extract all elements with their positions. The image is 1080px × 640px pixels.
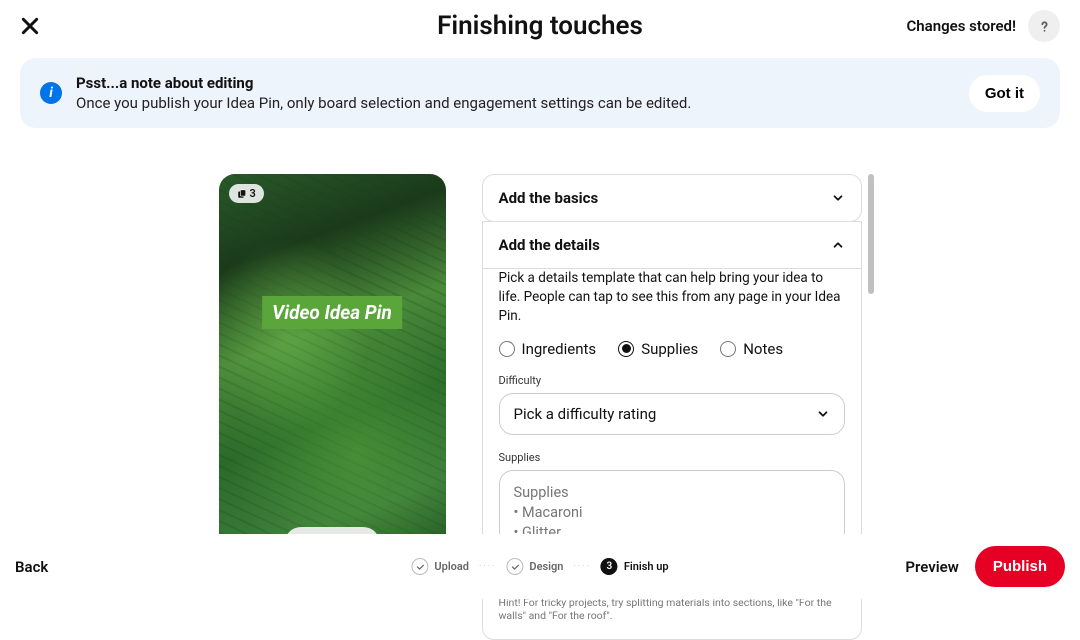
difficulty-value: Pick a difficulty rating: [514, 405, 657, 423]
scrollbar-thumb[interactable]: [868, 174, 874, 294]
step-upload-label: Upload: [434, 560, 469, 573]
radio-circle: [720, 341, 736, 357]
check-icon: [510, 562, 520, 572]
difficulty-label: Difficulty: [499, 374, 845, 387]
difficulty-select[interactable]: Pick a difficulty rating: [499, 393, 845, 435]
step-finish-label: Finish up: [624, 560, 669, 573]
preview-button[interactable]: Preview: [899, 548, 964, 586]
video-idea-pin-label: Video Idea Pin: [262, 296, 402, 329]
radio-supplies-label: Supplies: [641, 340, 698, 358]
radio-notes[interactable]: Notes: [720, 340, 783, 358]
pin-preview-card: 3 Video Idea Pin Edit cover: [219, 174, 446, 575]
info-banner-content: i Psst...a note about editing Once you p…: [40, 74, 691, 112]
supplies-hint: Hint! For tricky projects, try splitting…: [499, 596, 845, 623]
supplies-label: Supplies: [499, 451, 845, 464]
page-title: Finishing touches: [437, 11, 643, 41]
chevron-down-icon: [831, 191, 845, 205]
close-icon[interactable]: [20, 16, 40, 36]
step-design-circle: [506, 558, 523, 575]
info-banner: i Psst...a note about editing Once you p…: [20, 58, 1060, 128]
step-upload-circle: [411, 558, 428, 575]
main-content: 3 Video Idea Pin Edit cover Add the basi…: [0, 128, 1080, 567]
section-details-title: Add the details: [499, 236, 600, 254]
info-icon: i: [40, 82, 62, 104]
step-connector: ····: [573, 562, 590, 572]
got-it-button[interactable]: Got it: [969, 75, 1040, 112]
pages-icon: [237, 189, 247, 199]
changes-stored-label: Changes stored!: [906, 17, 1016, 35]
step-design-label: Design: [529, 560, 563, 573]
footer-right: Preview Publish: [899, 546, 1065, 587]
check-icon: [415, 562, 425, 572]
info-subtitle: Once you publish your Idea Pin, only boa…: [76, 94, 691, 112]
back-button[interactable]: Back: [15, 550, 48, 584]
radio-circle-selected: [618, 341, 634, 357]
radio-notes-label: Notes: [743, 340, 783, 358]
radio-ingredients-label: Ingredients: [522, 340, 597, 358]
step-finish-circle: 3: [601, 558, 618, 575]
details-description: Pick a details template that can help br…: [499, 269, 845, 340]
template-radio-group: Ingredients Supplies Notes: [499, 340, 845, 358]
radio-supplies[interactable]: Supplies: [618, 340, 698, 358]
help-icon[interactable]: [1028, 10, 1060, 42]
chevron-up-icon: [831, 238, 845, 252]
page-count-badge: 3: [229, 184, 264, 203]
progress-stepper: Upload ···· Design ···· 3 Finish up: [411, 558, 668, 575]
header: Finishing touches Changes stored!: [0, 0, 1080, 52]
radio-circle: [499, 341, 515, 357]
step-upload[interactable]: Upload: [411, 558, 469, 575]
footer: Back Upload ···· Design ···· 3 Finish up…: [0, 534, 1080, 599]
section-basics-title: Add the basics: [499, 189, 599, 207]
section-details-header[interactable]: Add the details: [482, 221, 862, 269]
page-count-value: 3: [250, 187, 256, 200]
step-finish[interactable]: 3 Finish up: [601, 558, 669, 575]
preview-image: [219, 174, 446, 575]
info-title: Psst...a note about editing: [76, 74, 691, 92]
header-left: [20, 16, 40, 36]
radio-ingredients[interactable]: Ingredients: [499, 340, 597, 358]
publish-button[interactable]: Publish: [975, 546, 1065, 587]
chevron-down-icon: [816, 407, 830, 421]
section-basics-header[interactable]: Add the basics: [482, 174, 862, 222]
step-connector: ····: [479, 562, 496, 572]
header-right: Changes stored!: [906, 10, 1060, 42]
details-panel: Add the basics Add the details Pick a de…: [482, 174, 862, 567]
step-design[interactable]: Design: [506, 558, 563, 575]
